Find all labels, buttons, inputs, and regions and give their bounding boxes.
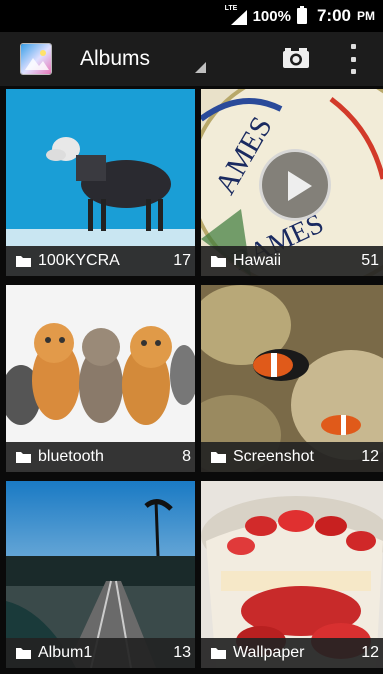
album-count: 13	[173, 644, 191, 661]
album-name: Screenshot	[233, 448, 314, 465]
album-caption: Hawaii 51	[201, 246, 383, 276]
album-count: 17	[173, 252, 191, 269]
folder-icon	[16, 648, 31, 659]
album-name: Hawaii	[233, 252, 282, 269]
folder-icon	[211, 452, 226, 463]
album-caption: bluetooth 8	[6, 442, 195, 472]
album-caption: Wallpaper 12	[201, 638, 383, 668]
overflow-menu-icon[interactable]	[347, 44, 359, 74]
gallery-app-icon[interactable]	[20, 43, 52, 75]
play-icon[interactable]	[259, 149, 331, 221]
clock-ampm: PM	[357, 9, 375, 23]
battery-percent: 100%	[252, 7, 291, 25]
album-count: 51	[361, 252, 379, 269]
album-name: Wallpaper	[233, 644, 305, 661]
folder-icon	[211, 256, 226, 267]
signal-icon: LTE	[225, 5, 247, 25]
battery-icon	[296, 6, 307, 24]
clock-time: 7:00	[316, 6, 351, 25]
album-caption: 100KYCRA 17	[6, 246, 195, 276]
folder-icon	[211, 648, 226, 659]
album-count: 12	[361, 448, 379, 465]
page-title[interactable]: Albums	[80, 47, 190, 71]
album-tile[interactable]: 100KYCRA 17	[6, 89, 195, 276]
folder-icon	[16, 256, 31, 267]
status-bar: LTE 100% 7:00 PM	[0, 0, 383, 32]
album-name: bluetooth	[38, 448, 104, 465]
album-tile[interactable]: Album1 13	[6, 481, 195, 668]
album-count: 12	[361, 644, 379, 661]
album-caption: Album1 13	[6, 638, 195, 668]
album-name: 100KYCRA	[38, 252, 120, 269]
dropdown-indicator-icon[interactable]	[195, 62, 206, 73]
album-name: Album1	[38, 644, 93, 661]
action-bar: Albums	[0, 32, 383, 86]
album-tile[interactable]: AMES RAMES Hawaii 51	[201, 89, 383, 276]
album-caption: Screenshot 12	[201, 442, 383, 472]
album-tile[interactable]: Wallpaper 12	[201, 481, 383, 668]
camera-icon[interactable]	[282, 46, 310, 70]
album-tile[interactable]: Screenshot 12	[201, 285, 383, 472]
album-grid: 100KYCRA 17 AMES RAMES Hawaii 51 bluetoo…	[0, 86, 383, 674]
album-count: 8	[182, 448, 191, 465]
folder-icon	[16, 452, 31, 463]
album-tile[interactable]: bluetooth 8	[6, 285, 195, 472]
